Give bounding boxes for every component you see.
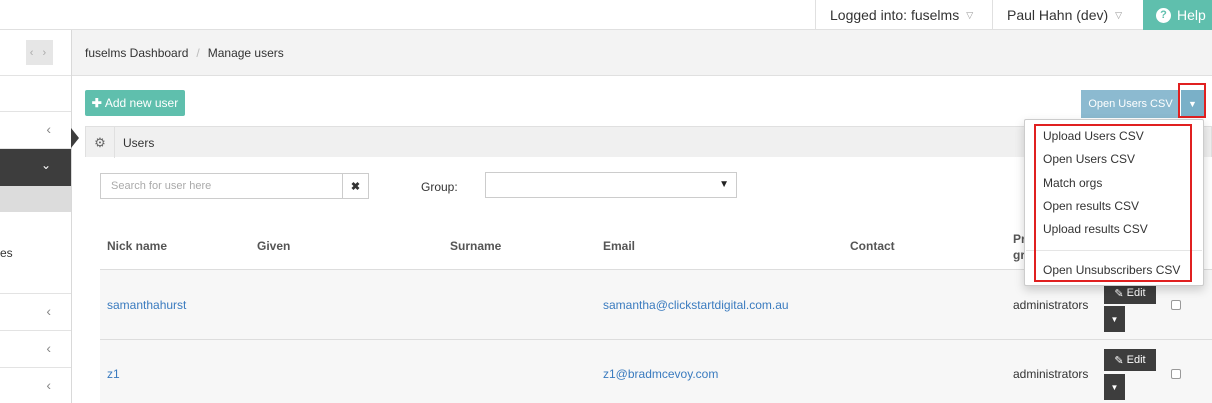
sidebar-item[interactable]: ‹ (0, 112, 71, 149)
group-select[interactable]: ▼ (485, 172, 737, 198)
edit-button[interactable]: ✎ Edit (1104, 349, 1156, 371)
chevron-left-icon: ‹ (46, 340, 51, 356)
chevron-left-icon: ‹ (46, 121, 51, 137)
sidebar-item[interactable] (0, 76, 71, 112)
column-header-email[interactable]: Email (603, 239, 635, 253)
question-circle-icon: ? (1156, 7, 1171, 23)
breadcrumb: fuselms Dashboard / Manage users (72, 30, 1212, 76)
logged-into-label: Logged into: fuselms (830, 7, 960, 23)
sidebar-header: ‹ › (0, 30, 71, 76)
row-actions-dropdown[interactable]: ▼ (1104, 374, 1125, 400)
breadcrumb-separator: / (196, 45, 200, 60)
row-checkbox[interactable] (1171, 369, 1181, 379)
column-header-given[interactable]: Given (257, 239, 290, 253)
add-new-user-label: Add new user (104, 96, 179, 110)
edit-icon: ✎ (1114, 354, 1124, 367)
sidebar-item-active[interactable]: ⌄ (0, 149, 71, 186)
row-checkbox[interactable] (1171, 300, 1181, 310)
column-header-surname[interactable]: Surname (450, 239, 501, 253)
user-name-label: Paul Hahn (dev) (1007, 7, 1109, 23)
edit-icon: ✎ (1114, 287, 1124, 300)
open-users-csv-button[interactable]: Open Users CSV (1081, 90, 1180, 118)
gear-icon[interactable]: ⚙ (86, 127, 115, 158)
edit-label: Edit (1126, 354, 1146, 366)
sidebar-subitem[interactable] (0, 186, 71, 212)
group-cell: administrators (1013, 367, 1089, 381)
group-cell: administrators (1013, 298, 1089, 312)
caret-down-icon: ▼ (1110, 382, 1119, 392)
email-link[interactable]: z1@bradmcevoy.com (603, 367, 718, 381)
sidebar-item[interactable]: ‹ (0, 331, 71, 368)
group-label: Group: (421, 180, 458, 194)
clear-search-button[interactable]: ✖ (342, 173, 369, 199)
breadcrumb-current: Manage users (207, 45, 284, 60)
active-pointer (71, 128, 79, 148)
sidebar: ‹ › ‹ ⌄ es ‹ ‹ ‹ (0, 30, 72, 403)
panel-title: Users (123, 136, 155, 150)
breadcrumb-home-link[interactable]: fuselms Dashboard (85, 46, 188, 60)
sidebar-toggle-button[interactable]: ‹ › (26, 40, 53, 65)
search-input[interactable] (100, 173, 343, 199)
close-icon: ✖ (350, 180, 361, 193)
user-menu-dropdown[interactable]: Paul Hahn (dev) ▽ (992, 0, 1142, 30)
nick-name-link[interactable]: samanthahurst (107, 298, 186, 312)
add-new-user-button[interactable]: ✚ Add new user (85, 90, 185, 116)
logged-into-dropdown[interactable]: Logged into: fuselms ▽ (815, 0, 992, 30)
edit-label: Edit (1126, 287, 1146, 299)
sidebar-item[interactable] (0, 212, 71, 294)
top-navbar: Logged into: fuselms ▽ Paul Hahn (dev) ▽… (0, 0, 1212, 30)
email-link[interactable]: samantha@clickstartdigital.com.au (603, 298, 789, 312)
chevron-down-icon: ⌄ (40, 158, 51, 172)
chevron-down-icon: ▽ (966, 9, 974, 20)
plus-icon: ✚ (91, 96, 102, 110)
help-label: Help (1177, 7, 1206, 23)
caret-down-icon: ▼ (1110, 314, 1119, 324)
chevron-left-icon: ‹ (46, 303, 51, 319)
row-actions-dropdown[interactable]: ▼ (1104, 306, 1125, 332)
highlight-box (1178, 83, 1206, 118)
column-header-nick-name[interactable]: Nick name (107, 239, 167, 253)
sidebar-item[interactable]: ‹ (0, 368, 71, 403)
caret-down-icon: ▼ (719, 179, 729, 190)
arrows-horizontal-icon: ‹ › (29, 46, 50, 59)
column-header-contact[interactable]: Contact (850, 239, 895, 253)
highlight-box (1034, 124, 1192, 282)
sidebar-item[interactable]: ‹ (0, 294, 71, 331)
open-users-csv-label: Open Users CSV (1088, 98, 1173, 110)
nick-name-link[interactable]: z1 (107, 367, 120, 381)
help-button[interactable]: ? Help (1143, 0, 1212, 30)
chevron-left-icon: ‹ (46, 377, 51, 393)
chevron-down-icon: ▽ (1115, 9, 1123, 20)
